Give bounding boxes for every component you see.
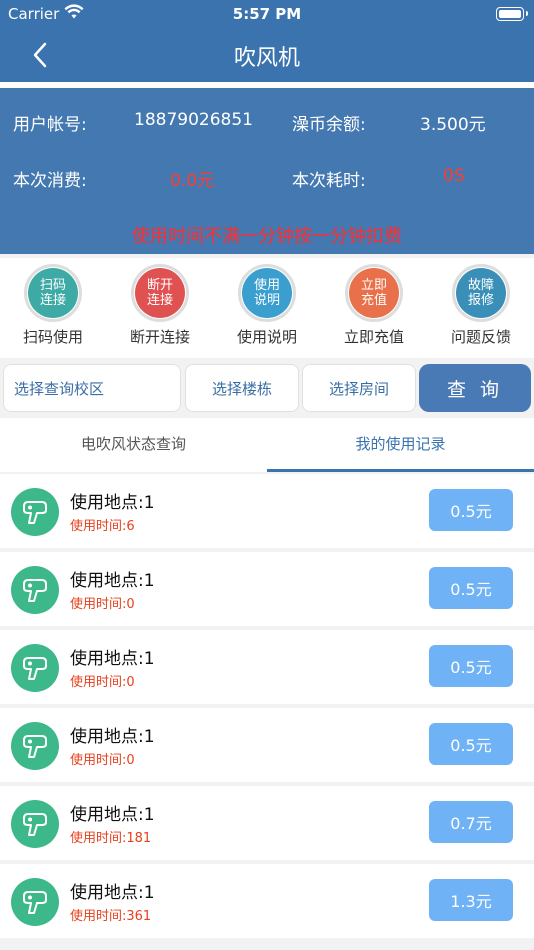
cost-label: 本次消费: (13, 171, 87, 191)
record-place: 使用地点:1 (70, 727, 155, 747)
instructions-icon: 使用 说明 (242, 268, 292, 318)
feedback-label: 问题反馈 (450, 328, 511, 346)
list-item[interactable]: 使用地点:1 使用时间:361 1.3元 (0, 864, 534, 938)
tab-bar: 电吹风状态查询 我的使用记录 (0, 418, 534, 472)
scan-connect-label: 扫码使用 (22, 328, 83, 346)
recharge-icon: 立即 充值 (349, 268, 399, 318)
hair-dryer-icon (11, 566, 59, 614)
balance-value: 3.500元 (420, 115, 486, 135)
list-item[interactable]: 使用地点:1 使用时间:181 0.7元 (0, 786, 534, 860)
building-select[interactable]: 选择楼栋 (185, 364, 299, 412)
list-item[interactable]: 使用地点:1 使用时间:0 0.5元 (0, 552, 534, 626)
instructions-label: 使用说明 (236, 328, 297, 346)
account-info-panel: 用户帐号: 18879026851 澡币余额: 3.500元 本次消费: 0.0… (0, 88, 534, 254)
account-label: 用户帐号: (13, 115, 87, 135)
action-bar: 扫码 连接 扫码使用 断开 连接 断开连接 使用 说明 使用说明 立即 充值 立即充值 … (0, 258, 534, 358)
record-price[interactable]: 0.5元 (429, 645, 513, 687)
duration-label: 本次耗时: (292, 171, 366, 191)
disconnect-label: 断开连接 (129, 328, 190, 346)
record-place: 使用地点:1 (70, 649, 155, 669)
balance-label: 澡币余额: (292, 115, 366, 135)
record-time: 使用时间:0 (70, 753, 135, 768)
room-select[interactable]: 选择房间 (302, 364, 416, 412)
feedback-button[interactable]: 故障 报修 问题反馈 (428, 264, 534, 347)
record-place: 使用地点:1 (70, 883, 155, 903)
record-time: 使用时间:0 (70, 675, 135, 690)
repair-icon: 故障 报修 (456, 268, 506, 318)
record-price[interactable]: 0.5元 (429, 723, 513, 765)
battery-icon (496, 7, 528, 21)
cost-value: 0.0元 (170, 171, 215, 191)
hair-dryer-icon (11, 878, 59, 926)
recharge-button[interactable]: 立即 充值 立即充值 (321, 264, 427, 347)
disconnect-icon: 断开 连接 (135, 268, 185, 318)
hair-dryer-icon (11, 800, 59, 848)
nav-bar: 吹风机 (0, 28, 534, 82)
query-button[interactable]: 查 询 (419, 364, 531, 412)
scan-connect-icon: 扫码 连接 (28, 268, 78, 318)
record-place: 使用地点:1 (70, 571, 155, 591)
billing-notice: 使用时间不满一分钟按一分钟扣费 (132, 226, 402, 247)
hair-dryer-icon (11, 722, 59, 770)
record-price[interactable]: 1.3元 (429, 879, 513, 921)
scan-connect-button[interactable]: 扫码 连接 扫码使用 (0, 264, 106, 347)
list-item[interactable]: 使用地点:1 使用时间:6 0.5元 (0, 474, 534, 548)
list-item[interactable]: 使用地点:1 使用时间:0 0.5元 (0, 630, 534, 704)
hair-dryer-icon (11, 644, 59, 692)
record-time: 使用时间:361 (70, 909, 152, 924)
instructions-button[interactable]: 使用 说明 使用说明 (214, 264, 320, 347)
tab-dryer-status[interactable]: 电吹风状态查询 (0, 418, 267, 472)
query-bar: 选择查询校区 选择楼栋 选择房间 查 询 (0, 362, 534, 414)
recharge-label: 立即充值 (343, 328, 404, 346)
hair-dryer-icon (11, 488, 59, 536)
duration-value: 0S (443, 166, 465, 186)
record-place: 使用地点:1 (70, 493, 155, 513)
record-price[interactable]: 0.5元 (429, 567, 513, 609)
disconnect-button[interactable]: 断开 连接 断开连接 (107, 264, 213, 347)
record-place: 使用地点:1 (70, 805, 155, 825)
page-title: 吹风机 (233, 46, 300, 71)
account-value: 18879026851 (134, 110, 253, 130)
status-bar: Carrier 5:57 PM (0, 0, 534, 28)
list-item[interactable]: 使用地点:1 使用时间:0 0.5元 (0, 708, 534, 782)
record-time: 使用时间:0 (70, 597, 135, 612)
record-price[interactable]: 0.5元 (429, 489, 513, 531)
record-time: 使用时间:181 (70, 831, 152, 846)
campus-select[interactable]: 选择查询校区 (3, 364, 181, 412)
record-time: 使用时间:6 (70, 519, 135, 534)
clock: 5:57 PM (232, 5, 302, 23)
tab-my-records[interactable]: 我的使用记录 (267, 418, 534, 472)
record-price[interactable]: 0.7元 (429, 801, 513, 843)
